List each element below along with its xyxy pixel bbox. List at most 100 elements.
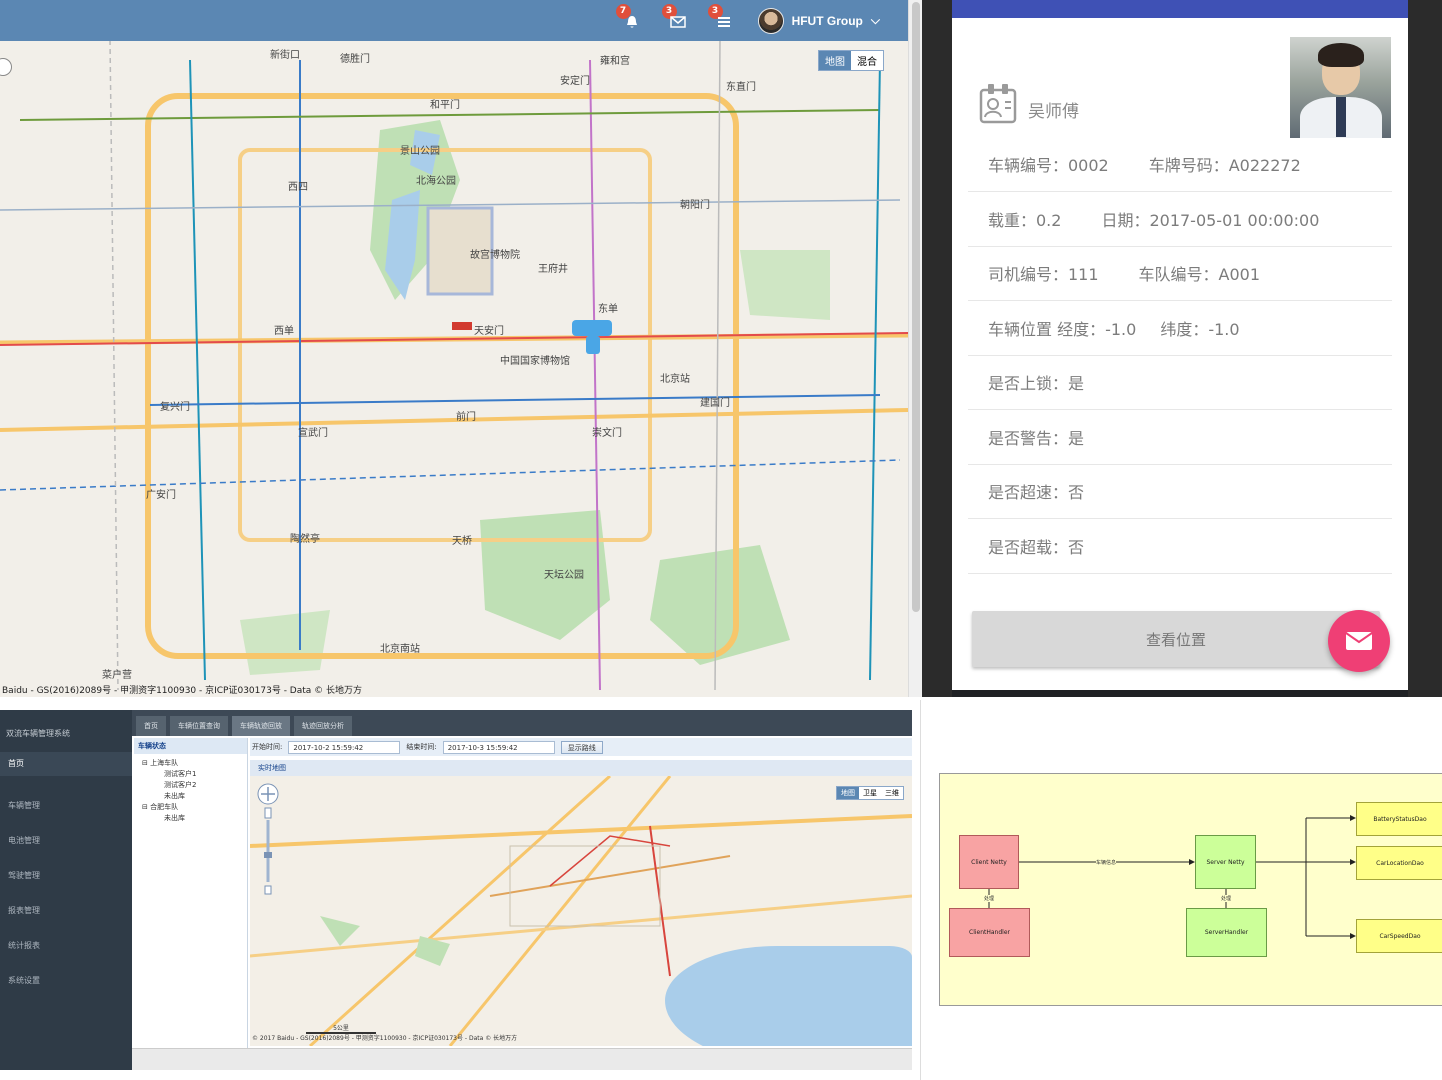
map-place-label: 天桥 xyxy=(452,536,472,547)
map-admin-window: 北京站 新街口 西四 北海公园 故宫博物院 天安门 中国国家博物馆 王府井 东单… xyxy=(0,0,922,697)
end-time-label: 结束时间: xyxy=(406,743,437,751)
lake xyxy=(665,946,912,1046)
status-bar xyxy=(132,1048,912,1070)
map-place-label: 景山公园 xyxy=(400,146,440,157)
app-title: 双流车辆管理系统 xyxy=(6,729,70,738)
map-place-label: 王府井 xyxy=(538,264,568,275)
map-place-label: 朝阳门 xyxy=(680,200,710,211)
map-place-label: 广安门 xyxy=(146,490,176,501)
map-place-label: 西四 xyxy=(288,182,308,193)
warning-status: 是否警告：是 xyxy=(988,429,1085,448)
vehicle-tree: 车辆状态 ⊟ 上海车队 测试客户1 测试客户2 未出库 ⊟ 合肥车队 未出库 xyxy=(134,738,248,1048)
map-place-label: 北京站 xyxy=(660,374,690,385)
show-route-button[interactable]: 显示路线 xyxy=(560,740,603,754)
row-overload: 是否超载：否 xyxy=(968,519,1392,574)
sidebar-item-settings[interactable]: 系统设置 xyxy=(0,969,132,993)
view-location-button[interactable]: 查看位置 xyxy=(972,611,1380,667)
android-vehicle-detail: 吴师傅 车辆编号：0002 车牌号码：A022272 载重：0.2 日期：201… xyxy=(922,0,1442,697)
tasks-icon[interactable]: 3 xyxy=(707,3,736,32)
edge-label: 处理 xyxy=(984,895,995,902)
tree-node[interactable]: 测试客户1 xyxy=(142,769,247,780)
track-map-type-switch: 地图 卫星 三维 xyxy=(836,786,904,800)
sidebar-item-battery[interactable]: 电池管理 xyxy=(0,829,132,853)
speeding-status: 是否超速：否 xyxy=(988,483,1085,502)
row-warning: 是否警告：是 xyxy=(968,410,1392,465)
map-place-label: 天坛公园 xyxy=(544,570,584,581)
map-place-label: 雍和宫 xyxy=(600,56,630,67)
latitude: 纬度：-1.0 xyxy=(1160,320,1240,339)
screenshot-collage: 北京站 新街口 西四 北海公园 故宫博物院 天安门 中国国家博物馆 王府井 东单… xyxy=(0,0,1442,1080)
tab-track-analysis[interactable]: 轨迹回放分析 xyxy=(294,716,352,736)
map-type-map-button[interactable]: 地图 xyxy=(837,787,859,799)
map-place-label: 复兴门 xyxy=(160,402,190,413)
client-netty-node: Client Netty xyxy=(959,835,1019,889)
diagram-canvas: Client Netty ClientHandler Server Netty … xyxy=(939,773,1442,1006)
map-place-label: 东单 xyxy=(598,304,618,315)
page-scrollbar[interactable] xyxy=(908,0,922,697)
bell-icon[interactable]: 7 xyxy=(615,3,644,32)
row-driver-team: 司机编号：111 车队编号：A001 xyxy=(968,246,1392,301)
map-place-label: 德胜门 xyxy=(340,54,370,65)
row-load-date: 载重：0.2 日期：2017-05-01 00:00:00 xyxy=(968,192,1392,247)
mail-icon[interactable]: 3 xyxy=(661,3,690,32)
sidebar-item-statistics[interactable]: 统计报表 xyxy=(0,934,132,958)
chevron-down-icon: ⌵ xyxy=(870,13,880,27)
map-place-label: 安定门 xyxy=(560,76,590,87)
driver-number: 司机编号：111 xyxy=(988,265,1099,284)
map-place-label: 东直门 xyxy=(726,82,756,93)
map-copyright: © 2017 Baidu - GS(2016)2089号 - 甲测资字11009… xyxy=(252,1035,518,1042)
fab-mail-button[interactable] xyxy=(1328,610,1390,672)
map-type-3d-button[interactable]: 三维 xyxy=(881,787,903,799)
top-navbar: 7 3 3 HFUT Group ⌵ xyxy=(0,0,908,41)
map-type-map-button[interactable]: 地图 xyxy=(819,51,851,70)
map-place-label: 天安门 xyxy=(474,326,504,337)
map-panel-tab[interactable]: 实时地图 xyxy=(250,760,912,776)
user-menu[interactable]: HFUT Group ⌵ xyxy=(757,7,880,34)
edge-label: 车辆信息 xyxy=(1096,859,1117,866)
tree-node[interactable]: ⊟ 上海车队 xyxy=(142,758,247,769)
load-weight: 载重：0.2 xyxy=(988,211,1062,230)
tree-node[interactable]: 测试客户2 xyxy=(142,780,247,791)
sidebar-item-vehicles[interactable]: 车辆管理 xyxy=(0,794,132,818)
driver-header: 吴师傅 xyxy=(978,82,1079,124)
tab-track-playback[interactable]: 车辆轨迹回放 xyxy=(232,716,290,736)
tree-node[interactable]: 未出库 xyxy=(142,813,247,824)
row-vehicle-id: 车辆编号：0002 车牌号码：A022272 xyxy=(968,137,1392,192)
record-date: 日期：2017-05-01 00:00:00 xyxy=(1101,211,1320,230)
map-place-label: 菜户营 xyxy=(102,670,132,681)
ide-editor-gutter xyxy=(922,0,952,697)
sidebar-item-reports[interactable]: 报表管理 xyxy=(0,899,132,923)
vehicle-number: 车辆编号：0002 xyxy=(988,156,1109,175)
tree-node[interactable]: 未出库 xyxy=(142,791,247,802)
speed-dao-node: CarSpeedDao xyxy=(1356,919,1442,953)
tab-strip: 首页 车辆位置查询 车辆轨迹回放 轨迹回放分析 xyxy=(132,710,912,736)
battery-dao-node: BatteryStatusDao xyxy=(1356,802,1442,836)
row-locked: 是否上锁：是 xyxy=(968,355,1392,410)
map-place-label: 建国门 xyxy=(700,398,730,409)
sidebar-item-driving[interactable]: 驾驶管理 xyxy=(0,864,132,888)
map-type-hybrid-button[interactable]: 混合 xyxy=(851,51,883,70)
map-place-label: 前门 xyxy=(456,412,476,423)
id-card-icon xyxy=(979,84,1017,124)
zoom-control[interactable] xyxy=(256,782,280,902)
edge-label: 处理 xyxy=(1221,895,1232,902)
map-place-label: 陶然亭 xyxy=(290,534,320,545)
tree-node[interactable]: ⊟ 合肥车队 xyxy=(142,802,247,813)
sidebar-item-home[interactable]: 首页 xyxy=(0,752,132,776)
track-map[interactable]: 地图 卫星 三维 5公里 © 2017 Baidu - GS(2016)2089… xyxy=(250,776,912,1046)
end-time-input[interactable]: 2017-10-3 15:59:42 xyxy=(442,740,555,754)
query-toolbar: 开始时间: 2017-10-2 15:59:42 结束时间: 2017-10-3… xyxy=(250,738,912,756)
map-place-label: 北海公园 xyxy=(416,176,456,187)
map-type-switch: 地图 混合 xyxy=(818,50,884,71)
scrollbar-thumb[interactable] xyxy=(912,2,920,612)
tab-vehicle-position[interactable]: 车辆位置查询 xyxy=(170,716,228,736)
start-time-input[interactable]: 2017-10-2 15:59:42 xyxy=(288,740,401,754)
tab-home[interactable]: 首页 xyxy=(136,716,166,736)
map-type-satellite-button[interactable]: 卫星 xyxy=(859,787,881,799)
sidebar: 双流车辆管理系统 首页 车辆管理 电池管理 驾驶管理 报表管理 统计报表 系统设… xyxy=(0,710,132,1070)
server-netty-node: Server Netty xyxy=(1195,835,1256,889)
driver-name: 吴师傅 xyxy=(1028,102,1079,122)
row-speeding: 是否超速：否 xyxy=(968,464,1392,519)
overload-status: 是否超载：否 xyxy=(988,538,1085,557)
lock-status: 是否上锁：是 xyxy=(988,374,1085,393)
